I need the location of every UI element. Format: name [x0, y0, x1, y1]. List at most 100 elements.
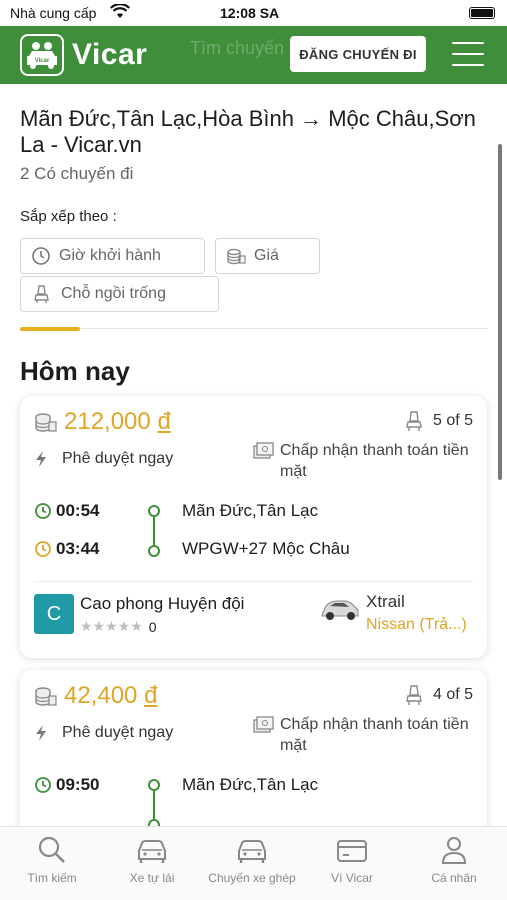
app-header: Vicar Vicar Tìm chuyến ĐĂNG CHUYẾN ĐI — [0, 26, 507, 84]
bottom-tab-bar: Tìm kiếm Xe tự lái Chuyến xe ghép Ví Vic… — [0, 826, 507, 900]
car-make: Nissan (Trả...) — [366, 616, 467, 633]
cash-icon — [253, 716, 274, 733]
instant-approval: Phê duyệt ngay — [34, 450, 173, 468]
avatar: C — [34, 594, 74, 634]
trip-places: Mãn Đức,Tân Lạc WPGW+27 Mộc Châu — [182, 492, 350, 568]
status-bar: Nhà cung cấp 12:08 SA — [0, 0, 507, 26]
driver-rating: ★★★★★ 0 — [80, 618, 244, 635]
trip-card[interactable]: 212,000 đ 5 of 5 Phê duyệt ngay Chấp nhậ… — [20, 396, 487, 658]
divider-accent — [20, 327, 80, 331]
lightning-icon — [36, 451, 46, 467]
divider — [20, 328, 488, 329]
car-thumbnail-icon — [321, 600, 359, 620]
search-placeholder-ghost: Tìm chuyến — [190, 38, 285, 58]
vehicle-info: Xtrail Nissan (Trả...) — [320, 592, 467, 634]
instant-label: Phê duyệt ngay — [62, 450, 174, 467]
driver-name: Cao phong Huyện đội — [80, 594, 245, 613]
arrive-time: 03:44 — [56, 539, 100, 558]
seat-icon — [406, 411, 422, 431]
car-icon — [138, 840, 166, 863]
svg-text:Vicar: Vicar — [35, 58, 50, 64]
scrollbar[interactable] — [498, 144, 502, 480]
payment-text: Chấp nhận thanh toán tiền mặt — [280, 442, 469, 480]
price-value: 212,000 — [64, 408, 151, 435]
from-place: Mãn Đức,Tân Lạc — [182, 501, 319, 520]
arrive-clock-icon — [35, 541, 51, 557]
instant-approval: Phê duyệt ngay — [34, 724, 173, 742]
depart-row: 00:54 — [34, 492, 99, 530]
tab-self-drive[interactable]: Xe tự lái — [102, 835, 202, 885]
depart-time: 09:50 — [56, 775, 100, 794]
tab-label: Chuyến xe ghép — [208, 871, 296, 885]
trip-price: 42,400 đ — [34, 682, 157, 710]
from-place: Mãn Đức,Tân Lạc — [182, 775, 319, 794]
depart-clock-icon — [35, 777, 51, 793]
sort-label: Sắp xếp theo : — [20, 208, 117, 225]
lightning-icon — [36, 725, 46, 741]
car-model: Xtrail — [366, 592, 405, 611]
tab-label: Tìm kiếm — [27, 871, 77, 885]
trip-card[interactable]: 42,400 đ 4 of 5 Phê duyệt ngay Chấp nhận… — [20, 670, 487, 826]
user-icon — [441, 837, 467, 864]
carrier-label: Nhà cung cấp — [10, 5, 97, 21]
vicar-logo[interactable]: Vicar Vicar — [20, 34, 147, 76]
trip-times: 09:50 — [34, 766, 99, 804]
sort-price-button[interactable]: Giá — [215, 238, 320, 274]
trip-places: Mãn Đức,Tân Lạc — [182, 766, 318, 804]
tab-carpool[interactable]: Chuyến xe ghép — [202, 835, 302, 885]
card-divider — [34, 581, 473, 582]
clock-time: 12:08 SA — [220, 5, 280, 21]
depart-row: 09:50 — [34, 766, 99, 804]
section-title-today: Hôm nay — [20, 356, 130, 386]
star-rating-icon: ★★★★★ — [80, 618, 143, 634]
carpool-icon — [238, 840, 266, 863]
to-place: WPGW+27 Mộc Châu — [182, 539, 350, 558]
currency-symbol: đ — [144, 682, 158, 709]
hamburger-menu-icon[interactable] — [452, 42, 484, 68]
route-line-icon — [148, 505, 160, 557]
tab-profile[interactable]: Cá nhân — [404, 835, 504, 885]
trip-times: 00:54 03:44 — [34, 492, 99, 568]
tab-search[interactable]: Tìm kiếm — [2, 835, 102, 885]
seat-icon — [406, 685, 422, 705]
currency-symbol: đ — [157, 408, 171, 435]
post-trip-button[interactable]: ĐĂNG CHUYẾN ĐI — [290, 36, 426, 72]
wallet-icon — [337, 840, 367, 862]
depart-time: 00:54 — [56, 501, 100, 520]
coins-icon — [35, 413, 57, 432]
battery-icon — [469, 7, 495, 19]
sort-depart-time-button[interactable]: Giờ khởi hành — [20, 238, 205, 274]
seat-icon — [34, 285, 49, 303]
sort-option-label: Giá — [254, 247, 279, 264]
route-line-icon — [148, 779, 160, 826]
price-value: 42,400 — [64, 682, 138, 709]
wifi-icon — [110, 4, 130, 18]
clock-icon — [32, 247, 50, 265]
logo-text: Vicar — [72, 38, 148, 71]
logo-badge-icon: Vicar — [20, 34, 64, 76]
route-title: Mãn Đức,Tân Lạc,Hòa Bình → Mộc Châu,Sơn … — [20, 106, 476, 157]
tab-label: Cá nhân — [431, 871, 477, 885]
sort-option-label: Chỗ ngồi trống — [61, 285, 166, 302]
tab-label: Ví Vicar — [331, 871, 373, 885]
tab-label: Xe tự lái — [129, 871, 175, 885]
instant-label: Phê duyệt ngay — [62, 724, 174, 741]
depart-clock-icon — [35, 503, 51, 519]
trip-count: 2 Có chuyến đi — [20, 164, 134, 183]
sort-option-label: Giờ khởi hành — [59, 247, 161, 264]
driver-info[interactable]: C Cao phong Huyện đội ★★★★★ 0 — [34, 594, 244, 635]
cash-payment: Chấp nhận thanh toán tiền mặt — [252, 440, 472, 482]
seat-availability: 4 of 5 — [405, 684, 473, 706]
cash-payment: Chấp nhận thanh toán tiền mặt — [252, 714, 472, 756]
tab-wallet[interactable]: Ví Vicar — [302, 835, 402, 885]
rating-count: 0 — [148, 618, 157, 635]
coins-icon — [35, 687, 57, 706]
main-content[interactable]: Mãn Đức,Tân Lạc,Hòa Bình → Mộc Châu,Sơn … — [0, 84, 507, 826]
seat-availability: 5 of 5 — [405, 410, 473, 432]
sort-seats-button[interactable]: Chỗ ngồi trống — [20, 276, 219, 312]
seats-text: 4 of 5 — [432, 686, 473, 703]
trip-price: 212,000 đ — [34, 408, 171, 436]
payment-text: Chấp nhận thanh toán tiền mặt — [280, 716, 469, 754]
cash-icon — [253, 442, 274, 459]
coins-icon — [227, 248, 246, 265]
